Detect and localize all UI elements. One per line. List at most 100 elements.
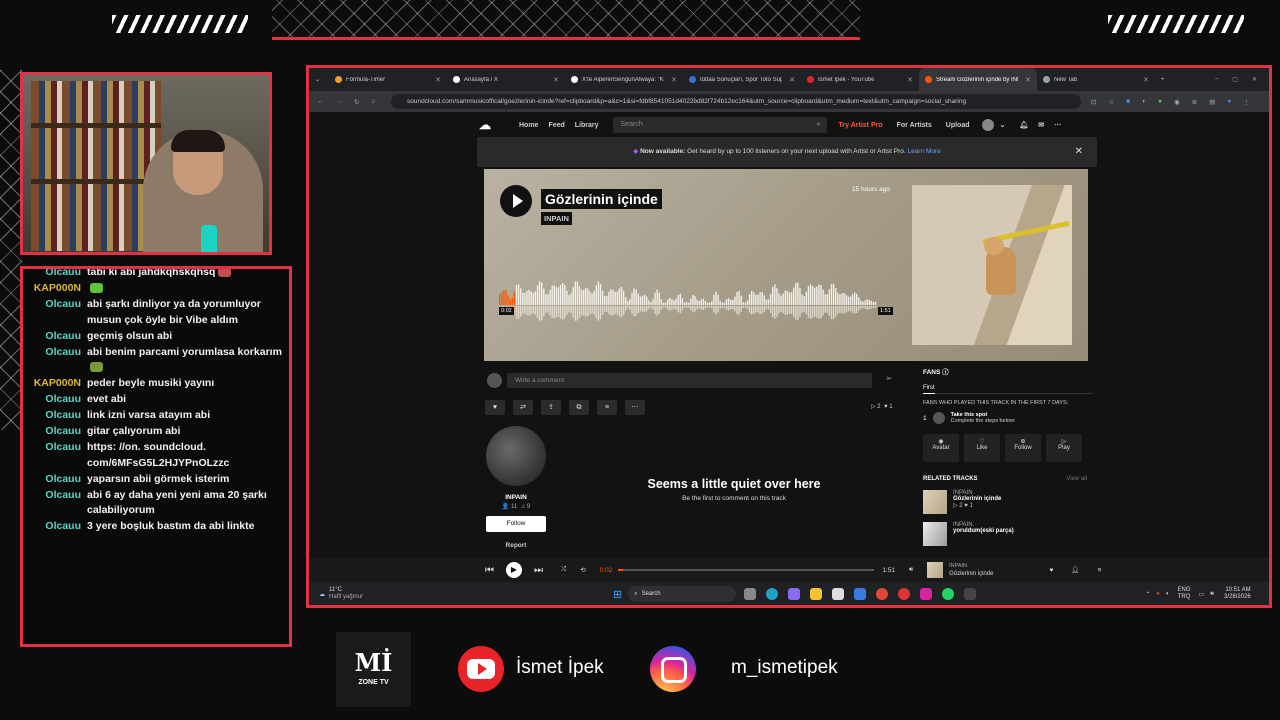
browser-tab[interactable]: Stream Gözlerinin içinde by INP... ✕ bbox=[919, 68, 1037, 91]
browser-tab[interactable]: Formula-Timer ✕ bbox=[329, 68, 447, 91]
send-icon[interactable]: ➢ bbox=[885, 373, 893, 384]
comment-input[interactable]: Write a comment bbox=[507, 373, 872, 388]
fan-action-avatar[interactable]: ◉ Avatar bbox=[923, 434, 959, 462]
fan-action-follow[interactable]: ⊕ Follow bbox=[1005, 434, 1041, 462]
chevron-down-icon[interactable]: ⌄ bbox=[1000, 121, 1006, 129]
forward-icon[interactable]: → bbox=[336, 98, 343, 105]
play-button[interactable] bbox=[500, 185, 532, 217]
close-tab-icon[interactable]: ✕ bbox=[435, 76, 441, 84]
shuffle-icon[interactable]: ⤮ bbox=[561, 566, 566, 574]
chat-username[interactable]: KAP000N bbox=[29, 376, 87, 392]
soundcloud-logo-icon[interactable]: ☁ bbox=[479, 118, 519, 132]
chat-username[interactable]: Olcauu bbox=[29, 297, 87, 328]
tab-search-button[interactable]: ⌄ bbox=[309, 68, 329, 91]
player-like-icon[interactable]: ♥ bbox=[1049, 567, 1053, 574]
browser-tab[interactable]: İsmet İpek - YouTube ✕ bbox=[801, 68, 919, 91]
report-link[interactable]: Report bbox=[484, 542, 548, 549]
extension-icon[interactable]: ● bbox=[1158, 98, 1162, 106]
new-tab-button[interactable]: + bbox=[1155, 68, 1171, 91]
close-icon[interactable]: ✕ bbox=[1252, 76, 1257, 83]
copy-link-button[interactable]: ⧉ bbox=[569, 400, 589, 415]
more-icon[interactable]: ⋯ bbox=[1054, 121, 1061, 129]
mail-icon[interactable] bbox=[854, 588, 867, 600]
waveform[interactable] bbox=[499, 279, 891, 327]
start-icon[interactable]: ⊞ bbox=[613, 588, 622, 601]
close-tab-icon[interactable]: ✕ bbox=[1143, 76, 1149, 84]
close-tab-icon[interactable]: ✕ bbox=[789, 76, 795, 84]
view-all-link[interactable]: View all bbox=[1066, 476, 1093, 482]
minimize-icon[interactable]: – bbox=[1215, 76, 1218, 83]
nav-library[interactable]: Library bbox=[575, 122, 599, 129]
browser-tab[interactable]: New Tab ✕ bbox=[1037, 68, 1155, 91]
for-artists-link[interactable]: For Artists bbox=[897, 122, 932, 129]
search-input[interactable]: Search ⌕ bbox=[612, 117, 827, 133]
close-tab-icon[interactable]: ✕ bbox=[553, 76, 559, 84]
fan-action-play[interactable]: ▷ Play bbox=[1046, 434, 1082, 462]
translate-icon[interactable]: ⊕ bbox=[1192, 98, 1197, 106]
obs-icon[interactable] bbox=[964, 588, 977, 600]
nav-home[interactable]: Home bbox=[519, 122, 538, 129]
home-icon[interactable]: ⌂ bbox=[371, 98, 375, 105]
chat-username[interactable]: Olcauu bbox=[29, 345, 87, 376]
close-tab-icon[interactable]: ✕ bbox=[671, 76, 677, 84]
reload-icon[interactable]: ↻ bbox=[354, 98, 359, 106]
clock[interactable]: 10:51 AM 3/28/2026 bbox=[1224, 587, 1251, 601]
whatsapp-icon[interactable] bbox=[942, 588, 955, 600]
install-icon[interactable]: ⊡ bbox=[1091, 98, 1096, 106]
player-title[interactable]: Gözlerinin içinde bbox=[949, 570, 993, 578]
player-follow-icon[interactable]: 👤︎ bbox=[1071, 566, 1079, 574]
chat-username[interactable]: Olcauu bbox=[29, 329, 87, 345]
like-button[interactable]: ♥ bbox=[485, 400, 505, 415]
player-artist[interactable]: INPAIN bbox=[949, 562, 993, 570]
follow-button[interactable]: Follow bbox=[486, 516, 546, 532]
chat-username[interactable]: Olcauu bbox=[29, 519, 87, 535]
user-avatar[interactable] bbox=[981, 119, 994, 131]
upload-link[interactable]: Upload bbox=[946, 122, 970, 129]
extension-icon[interactable]: ◐ bbox=[1142, 98, 1146, 106]
progress-bar[interactable] bbox=[618, 569, 875, 571]
more-button[interactable]: ⋯ bbox=[625, 400, 645, 415]
chat-username[interactable]: Olcauu bbox=[29, 440, 87, 471]
edge-icon[interactable] bbox=[766, 588, 779, 600]
close-tab-icon[interactable]: ✕ bbox=[1025, 76, 1031, 84]
network-icon[interactable]: ▭ bbox=[1199, 591, 1205, 598]
app-icon[interactable] bbox=[898, 588, 911, 600]
copilot-icon[interactable] bbox=[788, 588, 801, 600]
learn-more-link[interactable]: Learn More bbox=[907, 148, 940, 155]
close-tab-icon[interactable]: ✕ bbox=[907, 76, 913, 84]
store-icon[interactable] bbox=[832, 588, 845, 600]
profile-icon[interactable]: ● bbox=[1227, 98, 1231, 106]
next-icon[interactable]: ⏭ bbox=[534, 565, 543, 576]
maximize-icon[interactable]: ▢ bbox=[1232, 76, 1238, 83]
chat-username[interactable]: Olcauu bbox=[29, 269, 87, 281]
queue-icon[interactable]: ≡ bbox=[1098, 567, 1102, 574]
repeat-icon[interactable]: ⟲ bbox=[580, 566, 585, 574]
instagram-icon[interactable] bbox=[920, 588, 933, 600]
related-track[interactable]: INPAIN Gözlerinin içinde ▷ 2 ♥ 1 bbox=[923, 490, 1093, 514]
tray-chevron-icon[interactable]: ⌃ bbox=[1145, 591, 1150, 598]
file-explorer-icon[interactable] bbox=[810, 588, 823, 600]
notifications-icon[interactable]: 🔔︎ bbox=[1019, 121, 1028, 129]
taskbar-search[interactable]: ⌕ Search bbox=[628, 586, 737, 602]
sidebar-icon[interactable]: ▤ bbox=[1209, 98, 1215, 106]
fan-action-like[interactable]: ♡ Like bbox=[964, 434, 1000, 462]
messages-icon[interactable]: ✉ bbox=[1038, 121, 1044, 129]
chrome-icon[interactable] bbox=[876, 588, 889, 600]
chat-username[interactable]: Olcauu bbox=[29, 408, 87, 424]
volume-tray-icon[interactable]: 🔊︎ bbox=[1210, 591, 1214, 598]
close-banner-icon[interactable]: ✕ bbox=[1075, 137, 1083, 167]
language-indicator[interactable]: ENG TRQ bbox=[1178, 587, 1191, 601]
chat-username[interactable]: Olcauu bbox=[29, 472, 87, 488]
fans-tab-first[interactable]: First bbox=[923, 385, 935, 394]
add-to-playlist-button[interactable]: ≡ bbox=[597, 400, 617, 415]
browser-tab[interactable]: X'te AlperenSengunAlwaya: "Kar... ✕ bbox=[565, 68, 683, 91]
track-artist[interactable]: INPAIN bbox=[541, 212, 572, 225]
back-icon[interactable]: ← bbox=[317, 98, 324, 105]
artist-name[interactable]: INPAIN bbox=[484, 494, 548, 501]
related-track[interactable]: INPAIN yoruldum(eski parça) bbox=[923, 522, 1093, 546]
browser-tab[interactable]: Anasayfa / X ✕ bbox=[447, 68, 565, 91]
menu-icon[interactable]: ⋮ bbox=[1243, 98, 1250, 106]
player-play-button[interactable]: ▶ bbox=[506, 562, 522, 578]
artist-avatar[interactable] bbox=[486, 426, 546, 486]
browser-tab[interactable]: İddaa Sonuçları, Spor Toto Süper... ✕ bbox=[683, 68, 801, 91]
